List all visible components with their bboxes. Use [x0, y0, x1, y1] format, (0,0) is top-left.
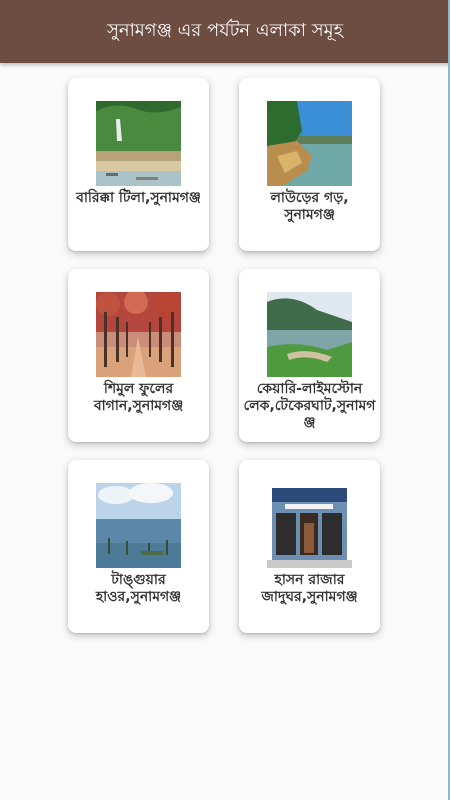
app-title: সুনামগঞ্জ এর পর্যটন এলাকা সমূহ [106, 20, 344, 41]
place-label: লাউড়ের গড়, সুনামগঞ্জ [270, 190, 349, 223]
place-card-limestone-lake[interactable]: কেয়ারি-লাইমস্টোন লেক,টেকেরঘাট,সুনামগঞ্জ [239, 269, 380, 442]
app-bar: সুনামগঞ্জ এর পর্যটন এলাকা সমূহ [0, 0, 450, 63]
place-label: হাসন রাজার জাদুঘর,সুনামগঞ্জ [261, 572, 358, 605]
place-card-barikka-tila[interactable]: বারিক্কা টিলা,সুনামগঞ্জ [68, 78, 209, 251]
place-label: টাঙ্গুয়ার হাওর,সুনামগঞ্জ [95, 572, 182, 605]
place-card-hason-raja-museum[interactable]: হাসন রাজার জাদুঘর,সুনামগঞ্জ [239, 460, 380, 633]
app-screen: সুনামগঞ্জ এর পর্যটন এলাকা সমূহ বারিক্কা … [0, 0, 450, 800]
place-card-shimul-garden[interactable]: শিমুল ফুলের বাগান,সুনামগঞ্জ [68, 269, 209, 442]
shimul-garden-photo [96, 292, 181, 377]
place-card-tanguar-haor[interactable]: টাঙ্গুয়ার হাওর,সুনামগঞ্জ [68, 460, 209, 633]
waterfall-hills-photo [96, 101, 181, 186]
place-label: শিমুল ফুলের বাগান,সুনামগঞ্জ [93, 381, 184, 414]
place-label: কেয়ারি-লাইমস্টোন লেক,টেকেরঘাট,সুনামগঞ্জ [243, 381, 376, 431]
haor-wetland-photo [96, 483, 181, 568]
place-card-lauder-gor[interactable]: লাউড়ের গড়, সুনামগঞ্জ [239, 78, 380, 251]
place-label: বারিক্কা টিলা,সুনামগঞ্জ [76, 190, 201, 206]
river-bank-photo [267, 101, 352, 186]
museum-building-photo [267, 483, 352, 568]
limestone-lake-photo [267, 292, 352, 377]
